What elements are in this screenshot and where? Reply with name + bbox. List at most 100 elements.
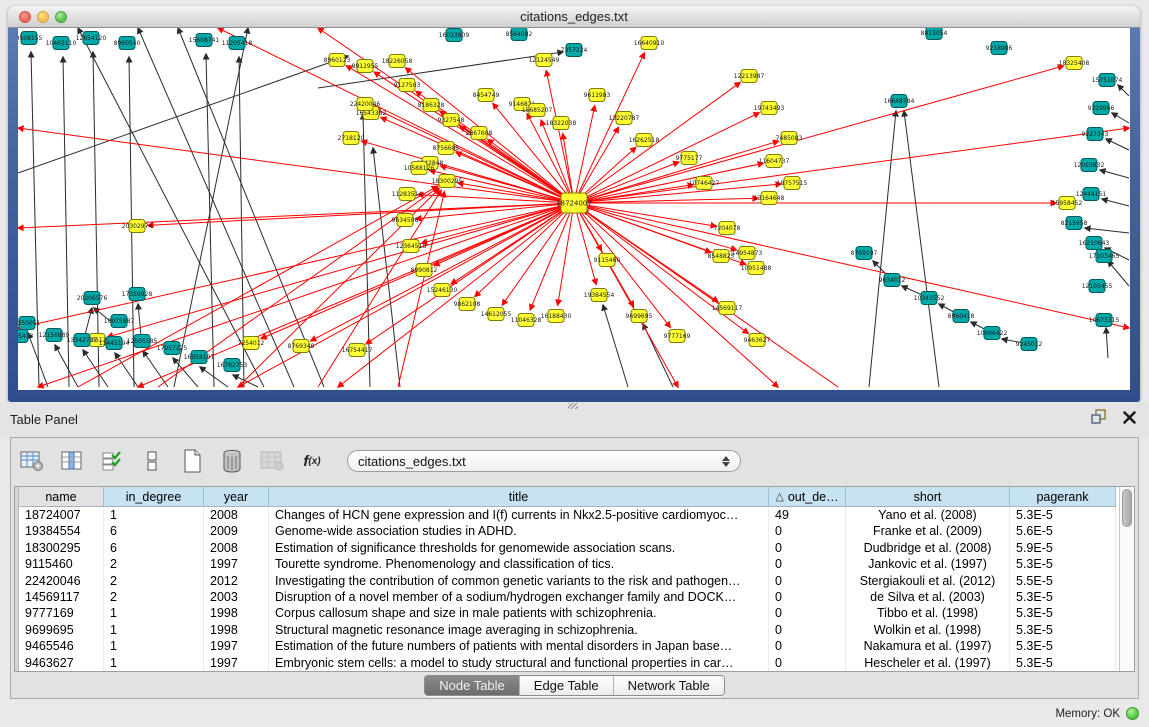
- tab-node-table[interactable]: Node Table: [425, 676, 520, 695]
- table-cell[interactable]: Structural magnetic resonance image aver…: [269, 622, 769, 638]
- rows-icon[interactable]: [139, 449, 165, 473]
- table-cell[interactable]: 0: [769, 638, 846, 654]
- network-graph-canvas[interactable]: 1872400718300295912750316543382891295589…: [18, 28, 1130, 390]
- table-cell[interactable]: 1: [104, 655, 204, 671]
- table-cell[interactable]: 1: [104, 605, 204, 621]
- network-window-titlebar[interactable]: citations_edges.txt: [8, 6, 1140, 28]
- column-header-year[interactable]: year: [204, 487, 269, 507]
- table-cell[interactable]: 6: [104, 523, 204, 539]
- delete-column-icon[interactable]: [219, 449, 245, 473]
- column-header-title[interactable]: title: [269, 487, 769, 507]
- table-cell[interactable]: 0: [769, 655, 846, 671]
- table-cell[interactable]: 1: [104, 622, 204, 638]
- table-cell[interactable]: 9777169: [19, 605, 104, 621]
- column-header-indegree[interactable]: in_degree: [104, 487, 204, 507]
- table-cell[interactable]: 2: [104, 556, 204, 572]
- table-cell[interactable]: 22420046: [19, 573, 104, 589]
- table-cell[interactable]: de Silva et al. (2003): [846, 589, 1010, 605]
- table-cell[interactable]: 9463627: [19, 655, 104, 671]
- table-cell[interactable]: 18724007: [19, 507, 104, 523]
- table-cell[interactable]: 9699695: [19, 622, 104, 638]
- column-header-name[interactable]: name: [19, 487, 104, 507]
- table-cell[interactable]: 2009: [204, 523, 269, 539]
- column-header-outde[interactable]: △out_de…: [769, 487, 846, 507]
- zoom-window-icon[interactable]: [55, 11, 67, 23]
- table-cell[interactable]: 5.3E-5: [1010, 655, 1116, 671]
- select-rows-icon[interactable]: [99, 449, 125, 473]
- scrollbar-thumb[interactable]: [1122, 489, 1132, 527]
- table-cell[interactable]: Embryonic stem cells: a model to study s…: [269, 655, 769, 671]
- table-cell[interactable]: Genome-wide association studies in ADHD.: [269, 523, 769, 539]
- table-cell[interactable]: 2008: [204, 507, 269, 523]
- table-cell[interactable]: 2: [104, 589, 204, 605]
- table-cell[interactable]: Corpus callosum shape and size in male p…: [269, 605, 769, 621]
- minimize-window-icon[interactable]: [37, 11, 49, 23]
- table-cell[interactable]: 0: [769, 523, 846, 539]
- table-cell[interactable]: 9115460: [19, 556, 104, 572]
- table-cell[interactable]: 19384554: [19, 523, 104, 539]
- table-cell[interactable]: Jankovic et al. (1997): [846, 556, 1010, 572]
- table-cell[interactable]: 5.6E-5: [1010, 523, 1116, 539]
- table-row[interactable]: 946362711997Embryonic stem cells: a mode…: [19, 655, 1119, 671]
- table-cell[interactable]: 2003: [204, 589, 269, 605]
- table-cell[interactable]: 1997: [204, 556, 269, 572]
- table-cell[interactable]: Changes of HCN gene expression and I(f) …: [269, 507, 769, 523]
- table-cell[interactable]: Investigating the contribution of common…: [269, 573, 769, 589]
- table-cell[interactable]: 0: [769, 605, 846, 621]
- table-row[interactable]: 1830029562008Estimation of significance …: [19, 540, 1119, 556]
- table-cell[interactable]: 0: [769, 622, 846, 638]
- table-row[interactable]: 1938455462009Genome-wide association stu…: [19, 523, 1119, 539]
- table-settings-icon[interactable]: [19, 449, 45, 473]
- vertical-scrollbar[interactable]: [1119, 487, 1134, 671]
- table-row[interactable]: 977716911998Corpus callosum shape and si…: [19, 605, 1119, 621]
- table-cell[interactable]: Disruption of a novel member of a sodium…: [269, 589, 769, 605]
- table-cell[interactable]: Dudbridge et al. (2008): [846, 540, 1010, 556]
- table-cell[interactable]: 14569117: [19, 589, 104, 605]
- table-cell[interactable]: 1998: [204, 605, 269, 621]
- table-cell[interactable]: 6: [104, 540, 204, 556]
- table-cell[interactable]: Nakamura et al. (1997): [846, 638, 1010, 654]
- table-cell[interactable]: Estimation of significance thresholds fo…: [269, 540, 769, 556]
- table-columns-icon[interactable]: [59, 449, 85, 473]
- column-header-short[interactable]: short: [846, 487, 1010, 507]
- memory-ok-icon[interactable]: [1126, 707, 1139, 720]
- table-cell[interactable]: 0: [769, 573, 846, 589]
- close-window-icon[interactable]: [19, 11, 31, 23]
- table-cell[interactable]: 5.3E-5: [1010, 622, 1116, 638]
- table-cell[interactable]: 1997: [204, 655, 269, 671]
- table-cell[interactable]: Hescheler et al. (1997): [846, 655, 1010, 671]
- table-cell[interactable]: 1998: [204, 622, 269, 638]
- table-cell[interactable]: 2012: [204, 573, 269, 589]
- tab-edge-table[interactable]: Edge Table: [520, 676, 614, 695]
- splitter-grip-icon[interactable]: [568, 403, 578, 409]
- table-row[interactable]: 946554611997Estimation of the future num…: [19, 638, 1119, 654]
- table-cell[interactable]: 1: [104, 507, 204, 523]
- tab-network-table[interactable]: Network Table: [614, 676, 724, 695]
- table-cell[interactable]: Wolkin et al. (1998): [846, 622, 1010, 638]
- table-cell[interactable]: 5.3E-5: [1010, 589, 1116, 605]
- float-panel-icon[interactable]: [1091, 409, 1108, 430]
- table-cell[interactable]: 2: [104, 573, 204, 589]
- table-cell[interactable]: 5.3E-5: [1010, 556, 1116, 572]
- table-cell[interactable]: 5.3E-5: [1010, 507, 1116, 523]
- table-row[interactable]: 2242004622012Investigating the contribut…: [19, 573, 1119, 589]
- table-cell[interactable]: Franke et al. (2009): [846, 523, 1010, 539]
- table-cell[interactable]: 5.9E-5: [1010, 540, 1116, 556]
- table-cell[interactable]: 5.3E-5: [1010, 605, 1116, 621]
- table-cell[interactable]: 5.5E-5: [1010, 573, 1116, 589]
- table-cell[interactable]: Yano et al. (2008): [846, 507, 1010, 523]
- table-cell[interactable]: 0: [769, 556, 846, 572]
- citation-network-graph[interactable]: 1872400718300295912750316543382891295589…: [18, 28, 1130, 390]
- table-row[interactable]: 911546021997Tourette syndrome. Phenomeno…: [19, 556, 1119, 572]
- table-row[interactable]: 1872400712008Changes of HCN gene express…: [19, 507, 1119, 523]
- table-cell[interactable]: 2008: [204, 540, 269, 556]
- table-cell[interactable]: Tourette syndrome. Phenomenology and cla…: [269, 556, 769, 572]
- new-document-icon[interactable]: [179, 449, 205, 473]
- table-row[interactable]: 969969511998Structural magnetic resonanc…: [19, 622, 1119, 638]
- close-panel-icon[interactable]: [1122, 410, 1137, 430]
- table-cell[interactable]: 18300295: [19, 540, 104, 556]
- table-cell[interactable]: 1: [104, 638, 204, 654]
- function-builder-icon[interactable]: f(x): [299, 449, 325, 473]
- table-cell[interactable]: 0: [769, 589, 846, 605]
- table-cell[interactable]: 9465546: [19, 638, 104, 654]
